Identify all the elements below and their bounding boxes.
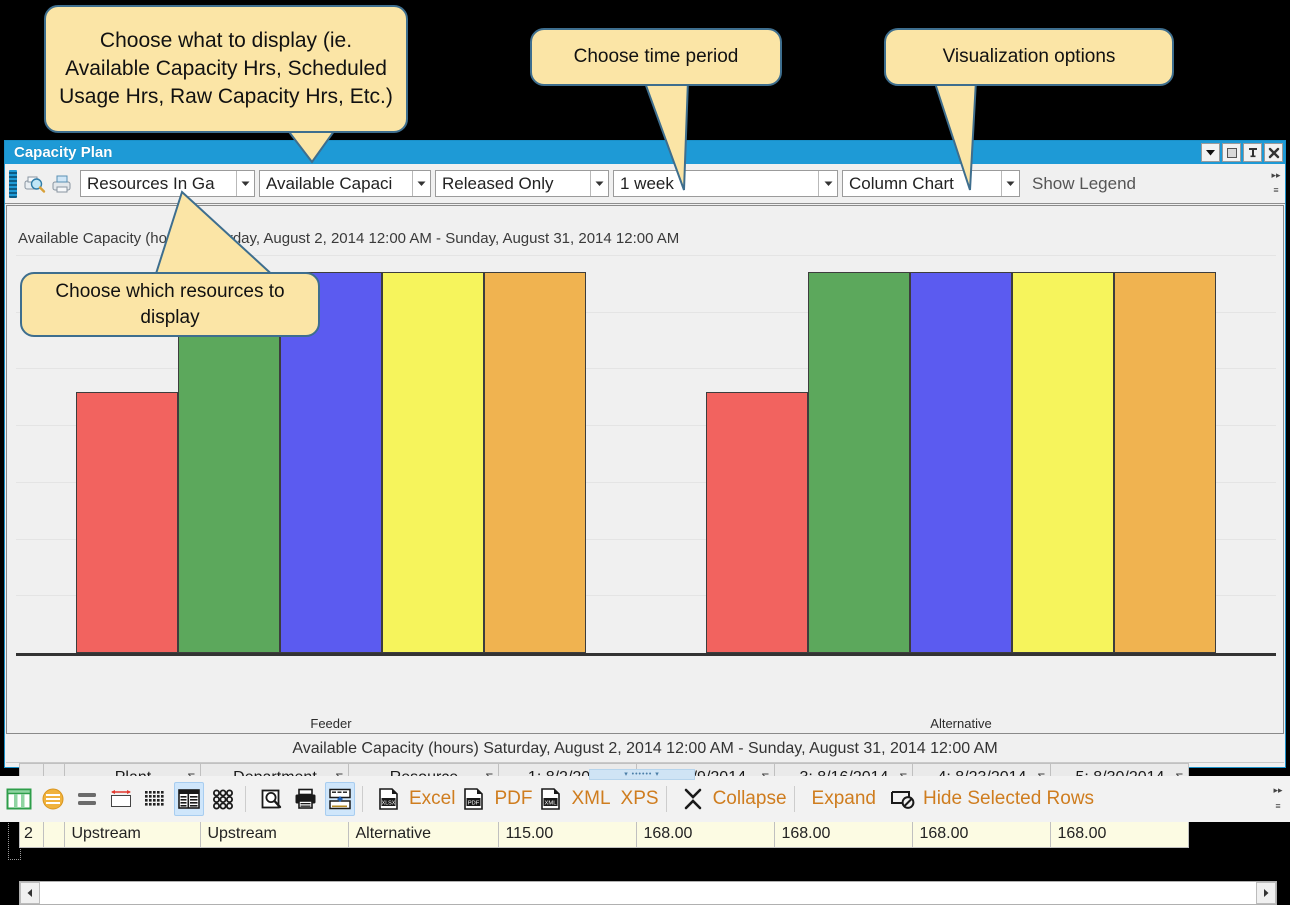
pivot-grid-icon[interactable] xyxy=(140,782,170,816)
cell-department[interactable]: Upstream xyxy=(200,819,350,848)
chart-category-label: Alternative xyxy=(930,716,992,731)
cell-week5[interactable]: 168.00 xyxy=(1050,819,1190,848)
grid-horizontal-scrollbar[interactable] xyxy=(19,881,1277,905)
xps-export-label[interactable]: XPS xyxy=(621,788,659,810)
dropdown-icon[interactable] xyxy=(1201,143,1220,162)
column-width-icon[interactable] xyxy=(106,782,136,816)
row-selector[interactable] xyxy=(42,819,66,848)
close-icon[interactable] xyxy=(1264,143,1283,162)
scroll-left-button[interactable] xyxy=(20,882,40,904)
table-layout-icon[interactable] xyxy=(174,782,204,816)
excel-export-label[interactable]: Excel xyxy=(409,788,455,810)
grip-dots: ▾ •••••• ▾ xyxy=(624,771,660,778)
svg-text:XML: XML xyxy=(545,800,558,806)
pin-icon[interactable] xyxy=(1243,143,1262,162)
toolbar-separator xyxy=(793,786,795,812)
print-preview-icon[interactable] xyxy=(257,782,287,816)
cell-plant[interactable]: Upstream xyxy=(64,819,202,848)
chart-axis-line xyxy=(16,653,1276,656)
chevron-down-icon[interactable] xyxy=(818,171,837,196)
scroll-right-button[interactable] xyxy=(1256,882,1276,904)
cell-week3[interactable]: 168.00 xyxy=(774,819,914,848)
toolbar-overflow-menu: ≡ xyxy=(1273,185,1279,195)
xml-file-icon[interactable]: XML xyxy=(536,782,566,816)
callout-tail-4 xyxy=(152,190,280,281)
card-layout-icon[interactable] xyxy=(208,782,238,816)
chevron-down-icon[interactable] xyxy=(589,171,608,196)
pdf-file-icon[interactable]: PDF xyxy=(459,782,489,816)
chart-category-label: Feeder xyxy=(310,716,352,731)
cell-week1[interactable]: 115.00 xyxy=(498,819,638,848)
chart-title: Available Capacity (hours) Saturday, Aug… xyxy=(18,230,680,247)
overflow-menu: ≡ xyxy=(1275,800,1281,811)
order-status-combo[interactable]: Released Only xyxy=(435,170,609,197)
cell-week2[interactable]: 168.00 xyxy=(636,819,776,848)
overflow-arrows: ▸▸ xyxy=(1273,784,1283,795)
print-icon[interactable] xyxy=(48,170,76,198)
expand-label[interactable]: Expand xyxy=(812,788,876,810)
scrollbar-track[interactable] xyxy=(40,882,1276,904)
row-size-icon[interactable] xyxy=(72,782,102,816)
toolbar-overflow-arrows: ▸▸ xyxy=(1271,170,1281,180)
toolbar-overflow-button[interactable]: ▸▸ ≡ xyxy=(1270,168,1282,198)
chart-bar[interactable] xyxy=(1114,272,1216,653)
toolbar-separator xyxy=(665,786,667,812)
svg-text:PDF: PDF xyxy=(468,800,480,806)
window-title: Capacity Plan xyxy=(14,144,113,161)
pdf-export-label[interactable]: PDF xyxy=(494,788,532,810)
restore-icon[interactable] xyxy=(1222,143,1241,162)
cell-week4[interactable]: 168.00 xyxy=(912,819,1052,848)
callout-time-period: Choose time period xyxy=(530,28,782,86)
toolbar-separator xyxy=(245,786,246,812)
bottombar-overflow-button[interactable]: ▸▸ ≡ xyxy=(1271,782,1285,814)
chart-bar[interactable] xyxy=(808,272,910,653)
callout-tail-3 xyxy=(932,79,978,191)
chart-bar[interactable] xyxy=(706,392,808,653)
chevron-down-icon[interactable] xyxy=(411,171,430,196)
show-legend-toggle[interactable]: Show Legend xyxy=(1032,174,1136,194)
callout-visualization-options: Visualization options xyxy=(884,28,1174,86)
table-row[interactable]: 2 Upstream Upstream Alternative 115.00 168.00… xyxy=(19,819,1190,848)
row-number[interactable]: 2 xyxy=(19,819,44,848)
toolbar-drag-handle[interactable] xyxy=(9,169,17,198)
print-icon[interactable] xyxy=(291,782,321,816)
chart-bar[interactable] xyxy=(76,392,178,653)
chart-bar[interactable] xyxy=(1012,272,1114,653)
chart-bar[interactable] xyxy=(382,272,484,653)
order-status-value: Released Only xyxy=(442,173,554,193)
callout-tail-2 xyxy=(642,79,690,191)
chart-colors-icon[interactable] xyxy=(38,782,68,816)
measure-value: Available Capaci xyxy=(266,173,393,193)
callout-which-resources: Choose which resources to display xyxy=(20,272,320,337)
hide-rows-label[interactable]: Hide Selected Rows xyxy=(923,788,1094,810)
chart-bar[interactable] xyxy=(484,272,586,653)
xml-export-label[interactable]: XML xyxy=(571,788,610,810)
callout-what-to-display: Choose what to display (ie. Available Ca… xyxy=(44,5,408,133)
hide-rows-icon[interactable] xyxy=(888,782,918,816)
panel-resize-grip[interactable]: ▾ •••••• ▾ xyxy=(589,769,695,780)
toolbar-separator xyxy=(362,786,363,812)
svg-text:XLSX: XLSX xyxy=(382,800,396,806)
page-setup-icon[interactable] xyxy=(325,782,355,816)
xlsx-file-icon[interactable]: XLSX xyxy=(374,782,404,816)
window-buttons xyxy=(1201,143,1283,162)
chart-bar[interactable] xyxy=(910,272,1012,653)
grid-title: Available Capacity (hours) Saturday, Aug… xyxy=(6,735,1284,763)
cell-resource[interactable]: Alternative xyxy=(348,819,500,848)
grid-view-icon[interactable] xyxy=(4,782,34,816)
collapse-icon[interactable] xyxy=(678,782,708,816)
measure-combo[interactable]: Available Capaci xyxy=(259,170,431,197)
grid-bottom-toolbar: XLSX Excel PDF PDF XML XML XPS Collapse … xyxy=(0,776,1290,822)
collapse-label[interactable]: Collapse xyxy=(713,788,787,810)
print-preview-icon[interactable] xyxy=(20,170,48,198)
